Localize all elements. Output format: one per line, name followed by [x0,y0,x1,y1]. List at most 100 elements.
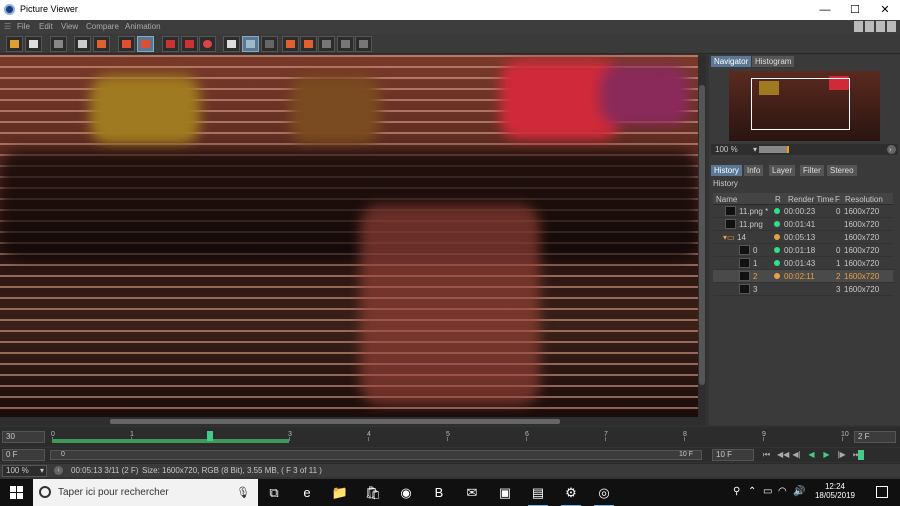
action-center-icon[interactable] [876,486,888,498]
zoom-dropdown-icon[interactable]: ▾ [40,466,44,475]
fit-button[interactable] [74,36,91,52]
open-button[interactable] [6,36,23,52]
frame-range-slider[interactable]: 0 10 F [50,450,702,460]
history-row[interactable]: 0 00:01:18 0 1600x720 [713,244,893,257]
fps-field[interactable]: 30 [2,431,45,443]
menu-compare[interactable]: Compare [86,22,119,31]
image-viewport[interactable] [0,55,698,417]
range-end[interactable]: 10 F [679,451,693,458]
layout-icon[interactable] [854,21,863,32]
rewind-button[interactable]: ◀◀ [777,451,789,459]
firefox-icon[interactable]: ◉ [396,483,416,503]
pick-button[interactable] [93,36,110,52]
playhead[interactable] [207,431,213,441]
tab-history[interactable]: History [711,165,742,176]
first-frame-button[interactable]: ⏮ [762,451,771,459]
microphone-icon[interactable]: 🎙 [236,486,250,499]
save-button[interactable] [25,36,42,52]
menu-animation[interactable]: Animation [125,22,161,31]
swap-b-button[interactable] [300,36,317,52]
tab-layer[interactable]: Layer [769,165,796,176]
settings-icon[interactable]: ⚙ [561,483,581,506]
range-start[interactable]: 0 [61,451,65,458]
maximize-button[interactable]: ☐ [840,0,870,20]
history-row[interactable]: 1 00:01:43 1 1600x720 [713,257,893,270]
ab-compare-button[interactable] [223,36,240,52]
zoom-slider-handle[interactable] [787,146,789,153]
prev-frame-button[interactable]: ◀| [792,451,801,459]
layout-split-button[interactable] [337,36,354,52]
tab-info[interactable]: Info [744,165,764,176]
total-frames-field[interactable]: 10 F [712,449,754,461]
render-button[interactable] [118,36,135,52]
history-row[interactable]: ▾▭ 14 00:05:13 1600x720 [713,231,893,244]
expand-icon[interactable] [887,21,896,32]
menu-edit[interactable]: Edit [39,22,53,31]
zoom-slider[interactable] [759,146,789,153]
swap-a-button[interactable] [282,36,299,52]
tab-navigator[interactable]: Navigator [711,56,752,67]
navigator-view-rect[interactable] [751,78,850,130]
history-row[interactable]: 11.png 00:01:41 1600x720 [713,218,893,231]
network-icon[interactable]: ▭ [763,486,772,497]
timeline-ruler[interactable]: 012345678910 [51,427,850,447]
file-explorer-icon[interactable]: 📁 [330,483,350,503]
photos-icon[interactable]: ▣ [495,483,515,503]
folder-icon[interactable]: ▾▭ [723,233,735,242]
timeline[interactable]: 30 012345678910 2 F [0,427,900,447]
edge-icon[interactable]: e [297,483,317,503]
chevron-up-icon[interactable]: ⌃ [748,486,756,497]
start-button[interactable] [10,486,24,500]
vertical-scrollbar[interactable] [698,55,706,417]
menu-file[interactable]: File [17,22,30,31]
screen-record-button[interactable] [181,36,198,52]
navigator-go-button[interactable]: › [887,145,896,154]
split-button[interactable] [242,36,259,52]
history-row[interactable]: 2 00:02:11 2 1600x720 [713,270,893,283]
volume-icon[interactable]: 🔊 [793,486,805,497]
column-name[interactable]: Name [716,195,737,204]
menu-view[interactable]: View [61,22,78,31]
next-frame-button[interactable]: |▶ [837,451,846,459]
column-r[interactable]: R [775,195,781,204]
render-app-icon[interactable]: ▤ [528,483,548,506]
wifi-icon[interactable]: ◠ [778,486,787,497]
column-f[interactable]: F [835,195,840,204]
current-frame-field[interactable]: 0 F [2,449,45,461]
column-resolution[interactable]: Resolution [845,195,883,204]
tab-stereo[interactable]: Stereo [827,165,857,176]
end-frame-field[interactable]: 2 F [854,431,896,443]
play-backward-button[interactable]: ◀ [807,451,816,459]
horizontal-scrollbar[interactable] [0,417,706,426]
tab-filter[interactable]: Filter [800,165,824,176]
cinema4d-icon[interactable]: ◎ [594,483,614,506]
tab-histogram[interactable]: Histogram [752,56,795,67]
scroll-thumb[interactable] [110,419,560,424]
store-icon[interactable]: 🛍 [363,483,383,503]
search-box[interactable]: Taper ici pour rechercher 🎙 [33,479,258,506]
render-region-button[interactable] [137,36,154,52]
history-row[interactable]: 3 3 1600x720 [713,283,893,296]
navigator-zoom-value[interactable]: 100 % [715,145,738,154]
cloud-button[interactable] [199,36,216,52]
diff-button[interactable] [261,36,278,52]
clock[interactable]: 12:24 18/05/2019 [810,482,860,500]
close-button[interactable]: ✕ [870,0,900,20]
navigator-preview[interactable] [729,71,880,141]
move-icon[interactable] [876,21,885,32]
column-render-time[interactable]: Render Time [788,195,834,204]
panel-icon[interactable] [865,21,874,32]
screen-button[interactable] [162,36,179,52]
loop-toggle[interactable] [858,450,864,460]
layout-quad-button[interactable] [355,36,372,52]
history-row[interactable]: 11.png * 00:00:23 0 1600x720 [713,205,893,218]
film-button[interactable] [50,36,67,52]
task-view-icon[interactable]: ⧉ [264,483,284,503]
play-button[interactable]: ▶ [822,451,831,459]
mail-icon[interactable]: ✉ [462,483,482,503]
scroll-thumb[interactable] [699,85,705,385]
grid-button[interactable] [318,36,335,52]
minimize-button[interactable]: — [810,0,840,20]
person-icon[interactable]: ⚲ [733,486,740,497]
zoom-dropdown-icon[interactable]: ▾ [753,145,757,154]
